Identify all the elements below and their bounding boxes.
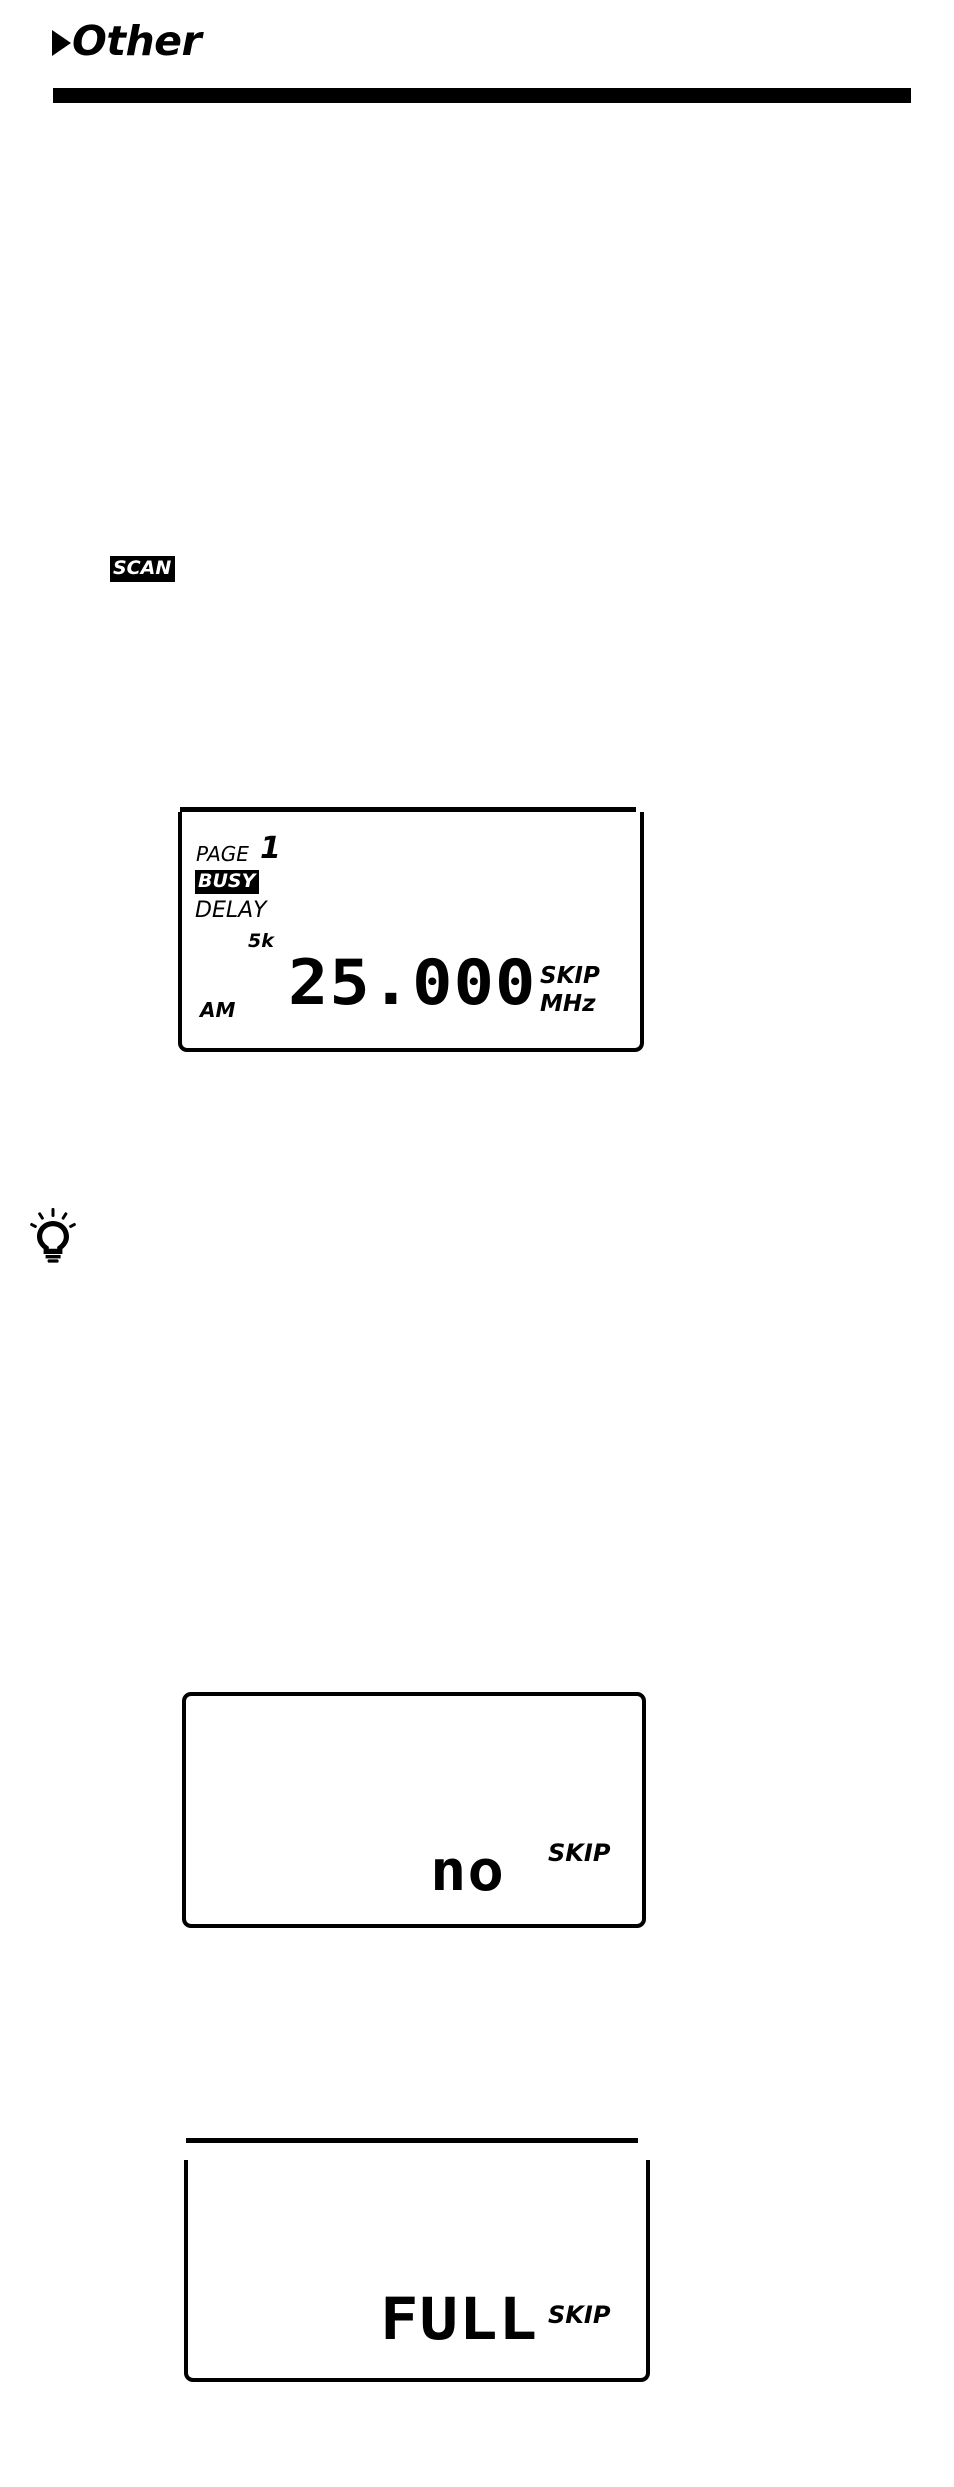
lcd-mode-indicator: AM [200,998,236,1022]
lcd-skip-indicator: SKIP [548,2301,611,2329]
lightbulb-icon [30,1208,76,1264]
lcd-screen-area: PAGE 1 BUSY DELAY 5k AM 25.000 SKIP MHz [178,812,644,1052]
page-header: Other [0,0,954,130]
lcd-delay-indicator: DELAY [195,898,267,923]
lcd-unit-label: MHz [540,991,596,1017]
lcd-frequency-value: 25.000 [288,946,537,1019]
lcd-value: FULL [380,2285,539,2353]
header-divider-rule [53,88,911,103]
lcd-display-3: FULL SKIP [184,2138,650,2382]
lcd-page-label: PAGE [196,842,249,866]
page-title: Other [52,17,202,65]
lcd-screen-area: no SKIP [182,1692,646,1928]
lcd-busy-indicator: BUSY [195,870,260,894]
lcd-top-rule [186,2138,638,2143]
right-triangle-icon [52,30,71,56]
lcd-step-indicator: 5k [248,930,274,952]
lcd-skip-indicator: SKIP [540,963,600,989]
lcd-value: no [430,1839,505,1904]
lcd-display-2: no SKIP [182,1692,646,1928]
page-title-text: Other [72,17,202,65]
lcd-page-number: 1 [260,831,281,866]
status-badge-scan: SCAN [110,556,176,582]
lcd-display-1: PAGE 1 BUSY DELAY 5k AM 25.000 SKIP MHz [178,807,644,1052]
lcd-skip-indicator: SKIP [548,1839,611,1867]
lcd-screen-area: FULL SKIP [184,2160,650,2382]
